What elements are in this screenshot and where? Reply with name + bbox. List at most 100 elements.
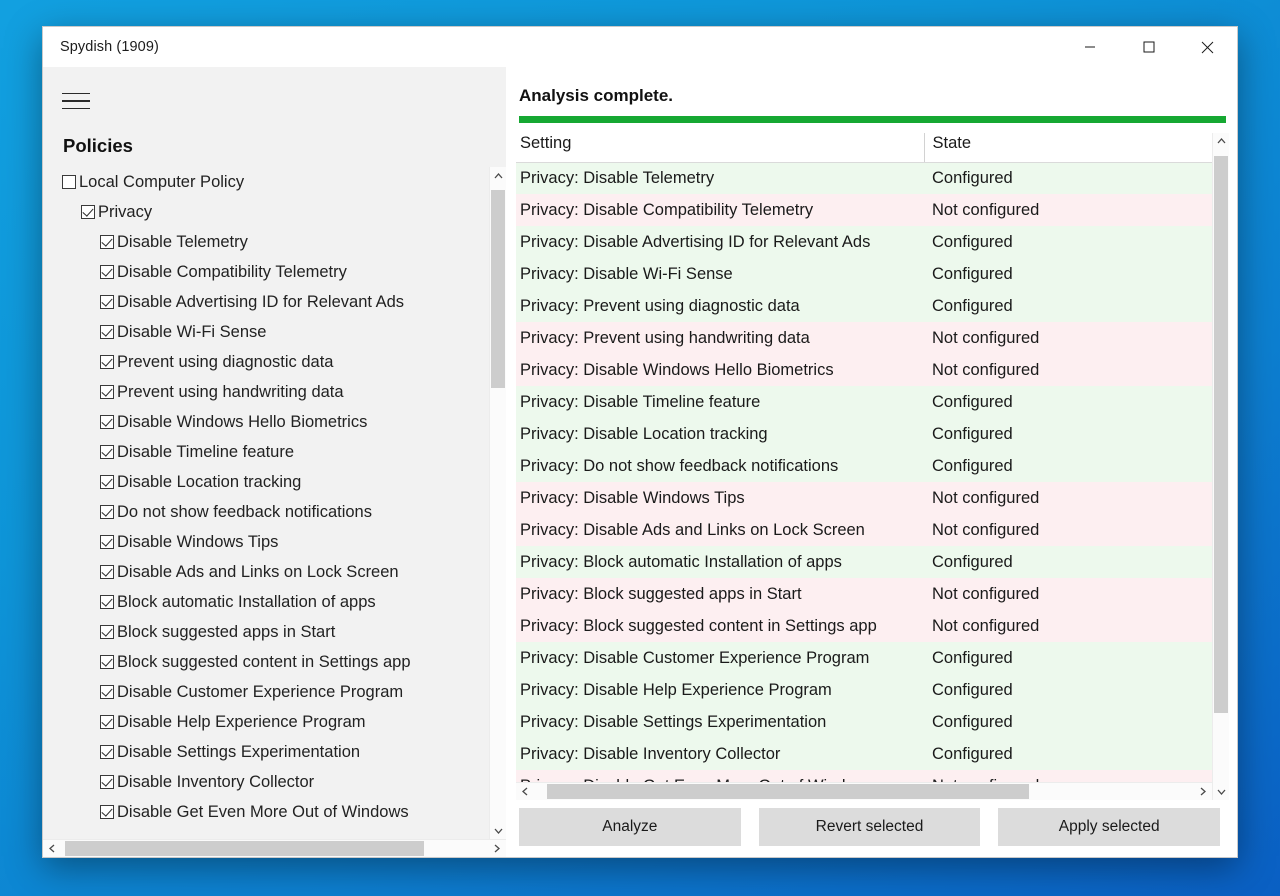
tree-item[interactable]: Prevent using handwriting data <box>62 377 489 407</box>
results-hscroll-track[interactable] <box>534 783 1194 800</box>
checkbox-checked-icon[interactable] <box>100 265 114 279</box>
checkbox-checked-icon[interactable] <box>100 685 114 699</box>
checkbox-checked-icon[interactable] <box>100 445 114 459</box>
column-header-setting[interactable]: Setting <box>516 132 924 163</box>
results-horizontal-scrollbar[interactable] <box>516 782 1212 800</box>
sidebar-vertical-scrollbar[interactable] <box>489 167 506 839</box>
scroll-left-icon[interactable] <box>43 840 61 858</box>
tree-item[interactable]: Disable Wi-Fi Sense <box>62 317 489 347</box>
tree-item[interactable]: Disable Timeline feature <box>62 437 489 467</box>
tree-item[interactable]: Block automatic Installation of apps <box>62 587 489 617</box>
results-vscroll-track[interactable] <box>1213 150 1229 783</box>
scroll-left-icon[interactable] <box>516 783 534 801</box>
scroll-up-icon[interactable] <box>1213 132 1229 150</box>
table-row[interactable]: Privacy: Disable Windows Tips Not configu… <box>516 482 1212 515</box>
table-row[interactable]: Privacy: Disable Customer Experience Pro… <box>516 642 1212 675</box>
close-button[interactable] <box>1178 27 1237 67</box>
policy-tree[interactable]: Local Computer Policy Privacy Disable Tele… <box>43 167 489 839</box>
maximize-button[interactable] <box>1119 27 1178 67</box>
scroll-right-icon[interactable] <box>488 840 506 858</box>
minimize-button[interactable] <box>1060 27 1119 67</box>
checkbox-checked-icon[interactable] <box>100 385 114 399</box>
checkbox-checked-icon[interactable] <box>100 775 114 789</box>
column-header-state[interactable]: State <box>923 132 1212 163</box>
table-row[interactable]: Privacy: Disable Location tracking Config… <box>516 418 1212 451</box>
tree-item-label: Local Computer Policy <box>79 172 245 191</box>
checkbox-checked-icon[interactable] <box>100 235 114 249</box>
table-row[interactable]: Privacy: Prevent using handwriting data N… <box>516 322 1212 355</box>
checkbox-checked-icon[interactable] <box>100 535 114 549</box>
tree-item[interactable]: Disable Inventory Collector <box>62 767 489 797</box>
checkbox-checked-icon[interactable] <box>100 475 114 489</box>
table-row[interactable]: Privacy: Disable Settings Experimentatio… <box>516 706 1212 739</box>
checkbox-checked-icon[interactable] <box>100 745 114 759</box>
table-row[interactable]: Privacy: Block automatic Installation of… <box>516 546 1212 579</box>
table-row[interactable]: Privacy: Disable Timeline feature Configu… <box>516 386 1212 419</box>
hamburger-menu-icon[interactable] <box>62 86 96 116</box>
apply-selected-button[interactable]: Apply selected <box>998 808 1221 846</box>
tree-item[interactable]: Disable Help Experience Program <box>62 707 489 737</box>
checkbox-checked-icon[interactable] <box>100 565 114 579</box>
checkbox-checked-icon[interactable] <box>100 325 114 339</box>
checkbox-checked-icon[interactable] <box>100 655 114 669</box>
results-vscroll-thumb[interactable] <box>1214 156 1228 714</box>
table-row[interactable]: Privacy: Disable Wi-Fi Sense Configured <box>516 258 1212 291</box>
table-row[interactable]: Privacy: Disable Advertising ID for Rele… <box>516 226 1212 259</box>
table-row[interactable]: Privacy: Block suggested apps in Start No… <box>516 578 1212 611</box>
table-row[interactable]: Privacy: Disable Windows Hello Biometric… <box>516 354 1212 387</box>
tree-item-label: Disable Timeline feature <box>117 442 295 461</box>
table-row[interactable]: Privacy: Prevent using diagnostic data Co… <box>516 290 1212 323</box>
checkbox-checked-icon[interactable] <box>100 505 114 519</box>
checkbox-checked-icon[interactable] <box>100 625 114 639</box>
tree-item[interactable]: Disable Settings Experimentation <box>62 737 489 767</box>
tree-item[interactable]: Do not show feedback notifications <box>62 497 489 527</box>
scroll-down-icon[interactable] <box>490 822 506 839</box>
checkbox-unchecked-icon[interactable] <box>62 175 76 189</box>
close-icon <box>1201 41 1214 53</box>
sidebar-vscroll-track[interactable] <box>490 184 506 822</box>
table-row[interactable]: Privacy: Disable Ads and Links on Lock S… <box>516 514 1212 547</box>
results-hscroll-thumb[interactable] <box>547 784 1029 799</box>
sidebar-hscroll-thumb[interactable] <box>65 841 424 856</box>
tree-item[interactable]: Prevent using diagnostic data <box>62 347 489 377</box>
analyze-button[interactable]: Analyze <box>519 808 741 846</box>
tree-item[interactable]: Block suggested apps in Start <box>62 617 489 647</box>
tree-item[interactable]: Disable Location tracking <box>62 467 489 497</box>
table-row[interactable]: Privacy: Disable Telemetry Configured <box>516 162 1212 195</box>
sidebar-hscroll-track[interactable] <box>61 840 488 857</box>
tree-item[interactable]: Disable Compatibility Telemetry <box>62 257 489 287</box>
checkbox-checked-icon[interactable] <box>100 295 114 309</box>
checkbox-checked-icon[interactable] <box>100 595 114 609</box>
tree-item[interactable]: Disable Ads and Links on Lock Screen <box>62 557 489 587</box>
scroll-down-icon[interactable] <box>1213 783 1229 800</box>
sidebar-horizontal-scrollbar[interactable] <box>43 839 506 857</box>
tree-item[interactable]: Disable Telemetry <box>62 227 489 257</box>
checkbox-checked-icon[interactable] <box>81 205 95 219</box>
minimize-icon <box>1084 46 1095 48</box>
cell-setting: Privacy: Disable Windows Tips <box>516 482 924 515</box>
checkbox-checked-icon[interactable] <box>100 355 114 369</box>
table-row[interactable]: Privacy: Block suggested content in Sett… <box>516 610 1212 643</box>
tree-item[interactable]: Block suggested content in Settings app <box>62 647 489 677</box>
tree-item[interactable]: Disable Get Even More Out of Windows <box>62 797 489 827</box>
sidebar-vscroll-thumb[interactable] <box>491 190 505 389</box>
results-vertical-scrollbar[interactable] <box>1212 132 1229 800</box>
tree-item[interactable]: Privacy <box>62 197 489 227</box>
table-row[interactable]: Privacy: Disable Help Experience Program… <box>516 674 1212 707</box>
checkbox-checked-icon[interactable] <box>100 715 114 729</box>
cell-state: Configured <box>924 162 1212 195</box>
scroll-right-icon[interactable] <box>1194 783 1212 801</box>
revert-selected-button[interactable]: Revert selected <box>758 808 981 846</box>
tree-item[interactable]: Disable Windows Tips <box>62 527 489 557</box>
table-row[interactable]: Privacy: Disable Compatibility Telemetry… <box>516 194 1212 227</box>
checkbox-checked-icon[interactable] <box>100 415 114 429</box>
tree-item[interactable]: Disable Customer Experience Program <box>62 677 489 707</box>
tree-item[interactable]: Local Computer Policy <box>62 167 489 197</box>
table-row[interactable]: Privacy: Do not show feedback notificati… <box>516 450 1212 483</box>
scroll-up-icon[interactable] <box>490 167 506 184</box>
checkbox-checked-icon[interactable] <box>100 805 114 819</box>
tree-item[interactable]: Disable Advertising ID for Relevant Ads <box>62 287 489 317</box>
tree-item[interactable]: Disable Windows Hello Biometrics <box>62 407 489 437</box>
table-row[interactable]: Privacy: Disable Get Even More Out of Wi… <box>516 770 1212 782</box>
table-row[interactable]: Privacy: Disable Inventory Collector Conf… <box>516 738 1212 771</box>
